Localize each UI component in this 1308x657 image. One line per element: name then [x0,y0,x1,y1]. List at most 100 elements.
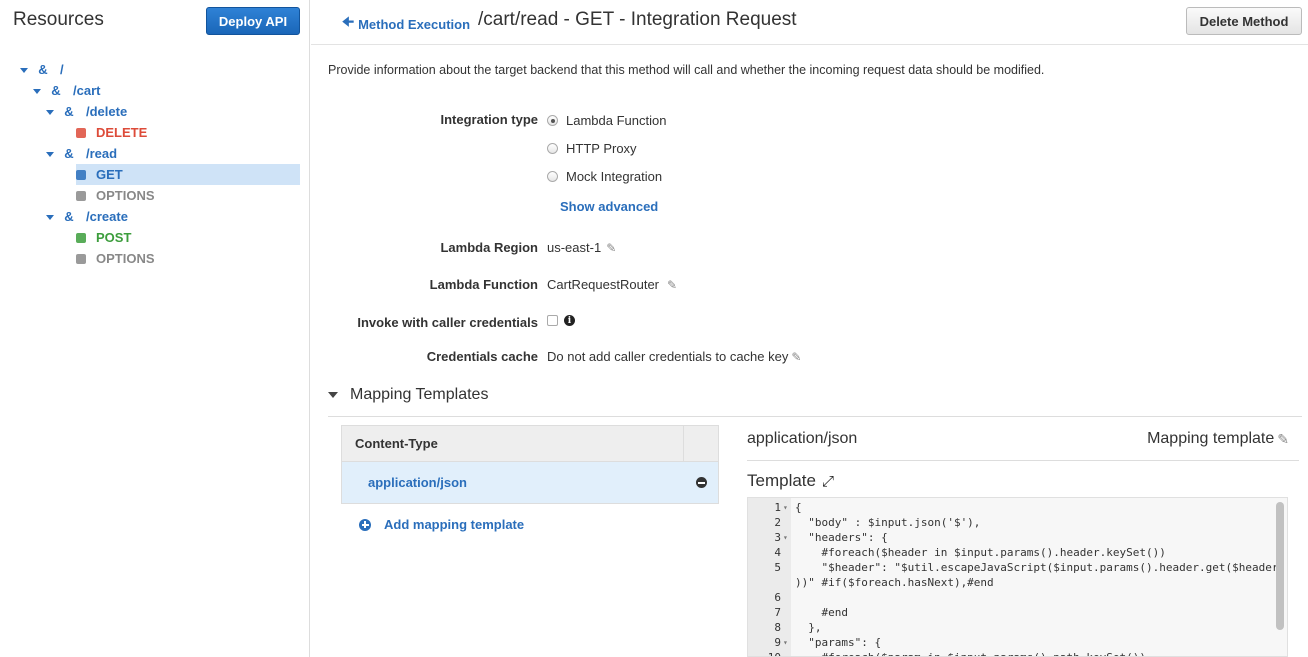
lambda-region-field[interactable]: us-east-1 ✎ [547,240,616,255]
add-mapping-template-button[interactable]: Add mapping template [359,517,524,532]
tree-resource[interactable]: &/read [12,143,300,164]
credentials-cache-value: Do not add caller credentials to cache k… [547,349,789,364]
code-text: #foreach($header in $input.params().head… [795,546,1166,559]
deploy-api-button[interactable]: Deploy API [206,7,300,35]
method-cube-icon [76,253,86,264]
pencil-icon[interactable]: ✎ [667,278,677,292]
resource-icon: & [64,146,74,161]
integration-type-label: Integration type [440,112,538,127]
caret-down-icon[interactable] [33,87,41,95]
content-type-column-header: Content-Type [355,436,438,451]
pencil-icon[interactable]: ✎ [791,350,801,364]
fold-arrow-icon[interactable]: ▾ [783,530,788,545]
resource-tree: & / &/cart &/delete DELETE &/read GET OPTIONS & /… [12,59,300,269]
page-description: Provide information about the target bac… [328,63,1045,77]
mapping-template-edit[interactable]: Mapping template ✎ [1147,430,1289,448]
delete-method-button[interactable]: Delete Method [1186,7,1302,35]
tree-method[interactable]: OPTIONS [12,185,300,206]
caret-down-icon[interactable] [20,66,28,74]
pencil-icon[interactable]: ✎ [1277,431,1289,448]
mapping-divider [328,416,1302,417]
radio-button[interactable] [547,115,558,126]
method-cube-icon [76,232,86,243]
lambda-function-label: Lambda Function [429,277,538,292]
radio-mock-integration[interactable]: Mock Integration [547,169,662,184]
method-label: OPTIONS [96,188,155,203]
method-label: POST [96,230,132,245]
tree-resource[interactable]: &/delete [12,101,300,122]
method-cube-icon [76,190,86,201]
template-code-editor[interactable]: 1 ▾{2 "body" : $input.json('$'), 3 ▾ "heade… [747,497,1288,657]
resource-label: /cart [73,83,101,98]
selected-content-type: application/json [747,430,858,447]
resource-label: /create [86,209,128,224]
tree-method[interactable]: GET [76,164,300,185]
mapping-template-label: Mapping template [1147,430,1275,447]
fold-arrow-icon[interactable]: ▾ [783,635,788,650]
invoke-caller-credentials-checkbox[interactable] [547,315,558,326]
method-label: OPTIONS [96,251,155,266]
code-line: 7 #end [748,605,1268,620]
mapping-templates-title[interactable]: Mapping Templates [350,386,488,404]
tree-method[interactable]: POST [12,227,300,248]
code-text: }, [795,621,822,634]
code-line: 6 [748,590,1268,605]
line-number: 3 [774,531,781,544]
show-advanced-link[interactable]: Show advanced [560,199,658,214]
code-text: #end [795,606,848,619]
page-title: /cart/read - GET - Integration Request [478,9,797,30]
add-circle-icon [359,518,371,531]
template-title: Template [747,471,816,490]
code-line: 4 #foreach($header in $input.params().he… [748,545,1268,560]
radio-button[interactable] [547,143,558,154]
caret-down-icon[interactable] [46,108,54,116]
tree-method[interactable]: DELETE [12,122,300,143]
credentials-cache-field[interactable]: Do not add caller credentials to cache k… [547,349,801,364]
collapse-caret-icon[interactable] [328,392,338,398]
tree-resource[interactable]: &/create [12,206,300,227]
method-execution-link[interactable]: 🠈 Method Execution [342,13,470,35]
line-number: 5 [774,561,781,574]
remove-circle-icon[interactable] [696,477,707,488]
content-type-value[interactable]: application/json [368,475,467,490]
method-cube-icon [76,127,86,138]
line-number: 7 [774,606,781,619]
line-number: 4 [774,546,781,559]
caret-down-icon[interactable] [46,213,54,221]
add-mapping-template-label: Add mapping template [384,517,525,532]
template-divider [747,460,1299,461]
radio-label: Mock Integration [566,169,663,184]
line-number: 6 [774,591,781,604]
caret-down-icon[interactable] [46,150,54,158]
code-line: 10 #foreach($param in $input.params().pa… [748,650,1268,656]
tree-resource[interactable]: & / [12,59,300,80]
code-text: ))" #if($foreach.hasNext),#end [795,576,994,589]
resource-icon: & [51,83,61,98]
radio-http-proxy[interactable]: HTTP Proxy [547,141,637,156]
info-icon[interactable]: i [564,315,575,326]
code-line: ))" #if($foreach.hasNext),#end [748,575,1268,590]
code-text: #foreach($param in $input.params().path.… [795,650,1146,656]
lambda-function-field[interactable]: CartRequestRouter ✎ [547,277,677,292]
expand-icon[interactable]: ⤢ [822,473,834,490]
tree-resource[interactable]: &/cart [12,80,300,101]
pencil-icon[interactable]: ✎ [606,241,616,255]
content-type-header: Content-Type [341,425,719,462]
resources-title: Resources [13,9,104,30]
tree-method[interactable]: OPTIONS [12,248,300,269]
radio-label: Lambda Function [566,113,667,128]
fold-arrow-icon[interactable]: ▾ [783,500,788,515]
radio-lambda-function[interactable]: Lambda Function [547,113,666,128]
credentials-cache-label: Credentials cache [426,349,538,364]
code-line: 9 ▾ "params": { [748,635,1268,650]
method-cube-icon [76,169,86,180]
resources-sidebar: Resources Deploy API & / &/cart &/delete DEL… [0,0,310,657]
resource-label: /read [86,146,118,161]
editor-scrollbar[interactable] [1276,502,1284,630]
line-number: 1 [774,501,781,514]
resource-label: / [60,62,64,77]
resource-label: /delete [86,104,128,119]
radio-button[interactable] [547,171,558,182]
content-type-row[interactable]: application/json [341,462,719,504]
content-type-table: Content-Type application/json [341,425,719,504]
